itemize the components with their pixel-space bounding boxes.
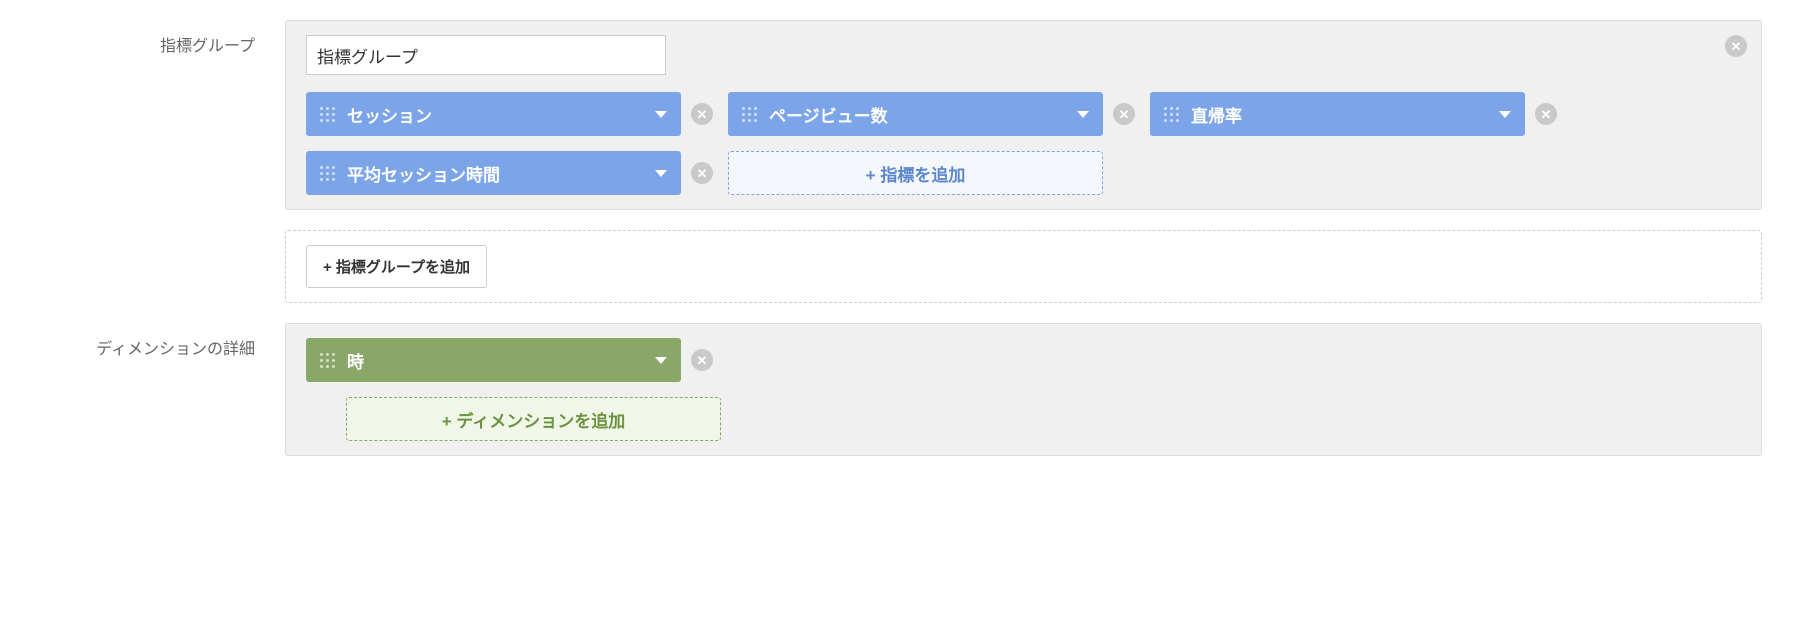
close-icon: ✕ — [697, 167, 708, 180]
metric-item: 平均セッション時間 ✕ — [306, 151, 713, 195]
metrics-grid: セッション ✕ ページビュー数 — [306, 92, 1741, 195]
drag-handle-icon[interactable] — [320, 166, 335, 181]
dimension-body: 時 ✕ + ディメンションを追加 — [285, 323, 1762, 456]
dimension-section: ディメンションの詳細 時 ✕ + ディメンションを追加 — [40, 323, 1762, 456]
remove-metric-button[interactable]: ✕ — [1535, 103, 1557, 125]
close-icon: ✕ — [697, 354, 708, 367]
close-icon: ✕ — [1731, 40, 1742, 53]
add-dimension-wrap: + ディメンションを追加 — [346, 397, 1741, 441]
drag-handle-icon[interactable] — [320, 353, 335, 368]
chevron-down-icon — [655, 111, 667, 118]
metric-group-section: 指標グループ ✕ セッション — [40, 20, 1762, 303]
dimension-label: 時 — [347, 348, 655, 373]
chevron-down-icon — [1499, 111, 1511, 118]
metric-group-body: ✕ セッション ✕ — [285, 20, 1762, 303]
metric-group-section-label: 指標グループ — [40, 20, 285, 303]
dimension-item: 時 ✕ — [306, 338, 1741, 382]
remove-metric-button[interactable]: ✕ — [1113, 103, 1135, 125]
metric-chip[interactable]: 平均セッション時間 — [306, 151, 681, 195]
metric-chip[interactable]: ページビュー数 — [728, 92, 1103, 136]
add-dimension-button[interactable]: + ディメンションを追加 — [346, 397, 721, 441]
drag-handle-icon[interactable] — [320, 107, 335, 122]
dimension-panel: 時 ✕ + ディメンションを追加 — [285, 323, 1762, 456]
metric-label: セッション — [347, 102, 655, 127]
metric-chip[interactable]: セッション — [306, 92, 681, 136]
add-metric-button[interactable]: + 指標を追加 — [728, 151, 1103, 195]
drag-handle-icon[interactable] — [742, 107, 757, 122]
metric-label: 平均セッション時間 — [347, 161, 655, 186]
add-metric-group-button[interactable]: + 指標グループを追加 — [306, 245, 487, 288]
metric-group-panel: ✕ セッション ✕ — [285, 20, 1762, 210]
metric-chip[interactable]: 直帰率 — [1150, 92, 1525, 136]
metric-item: ページビュー数 ✕ — [728, 92, 1135, 136]
chevron-down-icon — [1077, 111, 1089, 118]
remove-metric-button[interactable]: ✕ — [691, 103, 713, 125]
close-icon: ✕ — [1541, 108, 1552, 121]
metric-item: 直帰率 ✕ — [1150, 92, 1557, 136]
metric-label: 直帰率 — [1191, 102, 1499, 127]
chevron-down-icon — [655, 170, 667, 177]
chevron-down-icon — [655, 357, 667, 364]
dimension-chip[interactable]: 時 — [306, 338, 681, 382]
add-metric-wrap: + 指標を追加 — [728, 151, 1103, 195]
dimension-section-label: ディメンションの詳細 — [40, 323, 285, 456]
add-metric-group-panel: + 指標グループを追加 — [285, 230, 1762, 303]
remove-metric-button[interactable]: ✕ — [691, 162, 713, 184]
metric-label: ページビュー数 — [769, 102, 1077, 127]
remove-dimension-button[interactable]: ✕ — [691, 349, 713, 371]
drag-handle-icon[interactable] — [1164, 107, 1179, 122]
metric-group-name-input[interactable] — [306, 35, 666, 75]
close-icon: ✕ — [1119, 108, 1130, 121]
metric-item: セッション ✕ — [306, 92, 713, 136]
remove-metric-group-button[interactable]: ✕ — [1725, 35, 1747, 57]
close-icon: ✕ — [697, 108, 708, 121]
